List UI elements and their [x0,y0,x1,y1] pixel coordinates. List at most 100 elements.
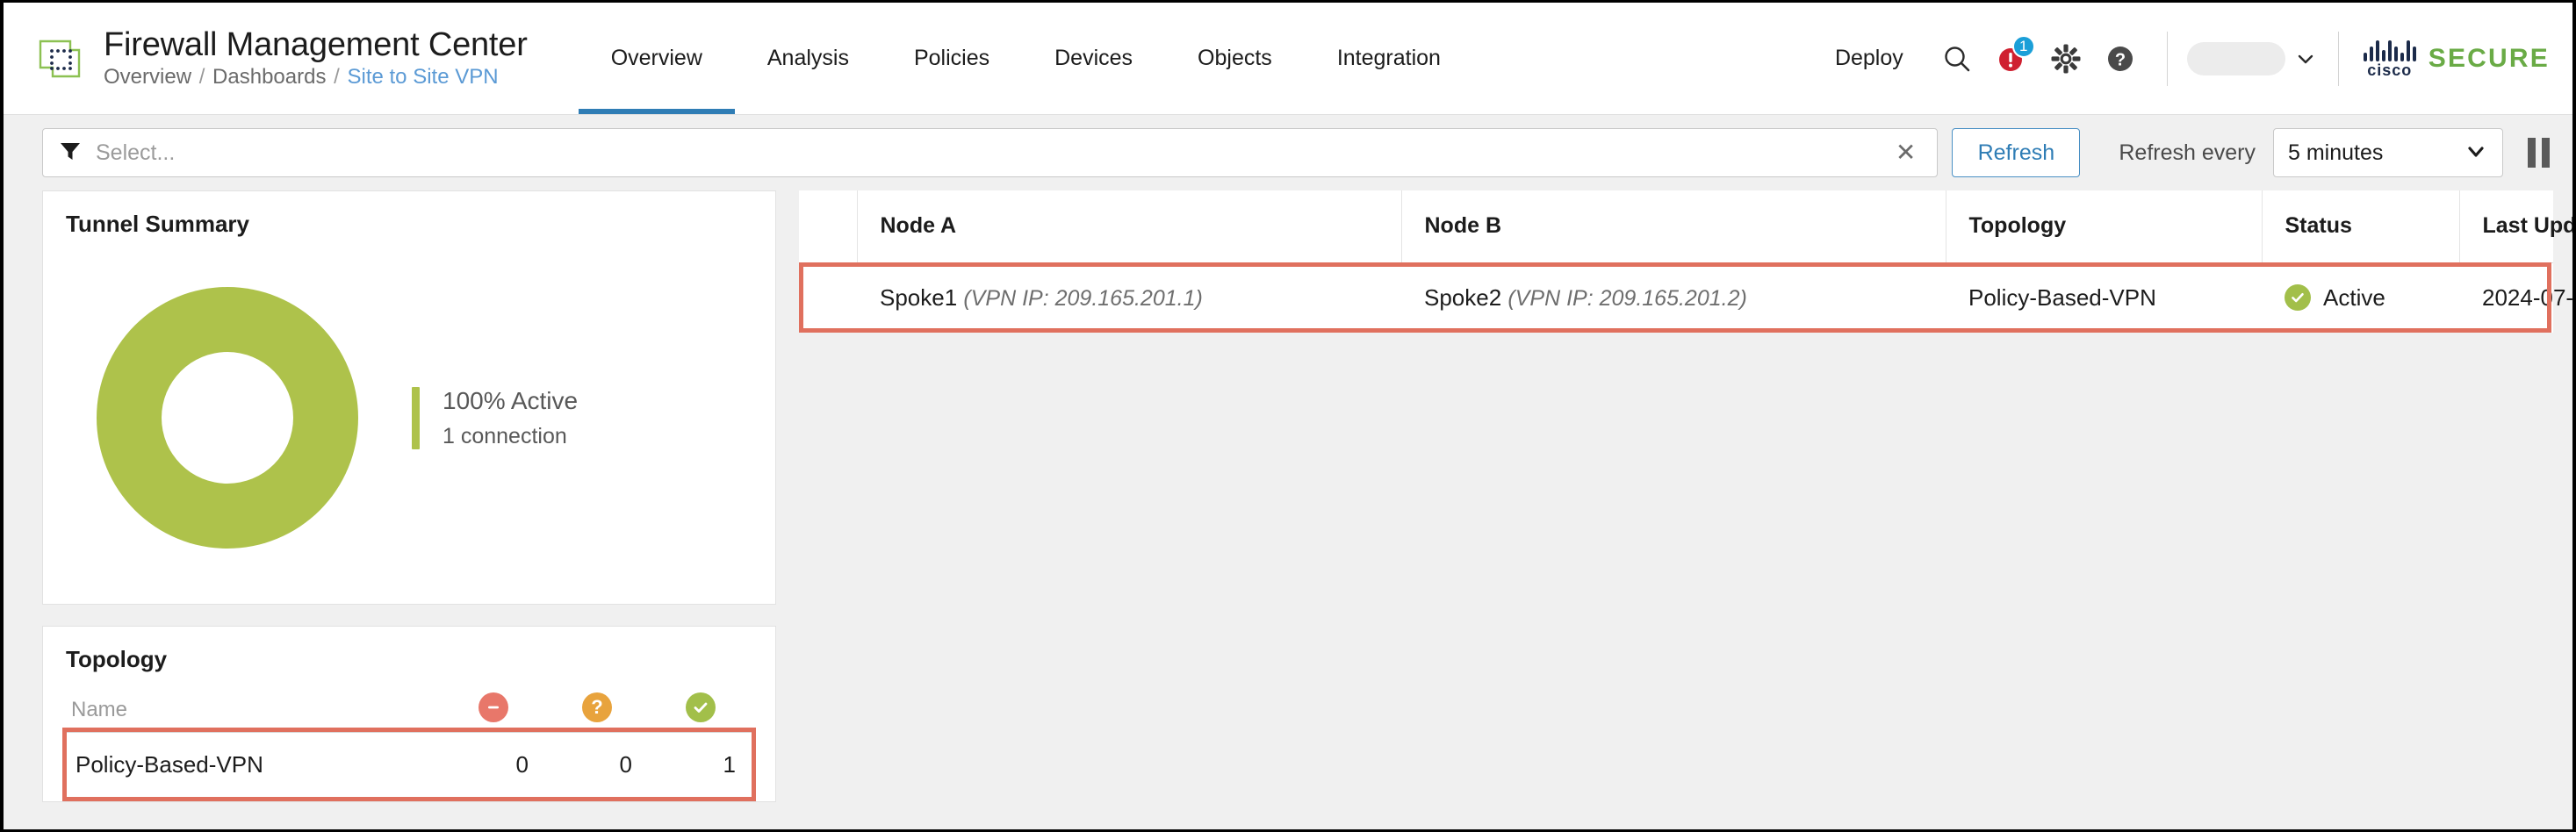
gear-icon[interactable] [2039,32,2093,86]
topology-table-header: Name ? [66,692,752,728]
tunnel-summary-card: Tunnel Summary 100% Active 1 connection [42,190,776,605]
tab-integration-label: Integration [1336,46,1441,70]
column-header-last-updated-label: Last Updated [2482,213,2576,239]
topology-title: Topology [66,646,168,672]
column-header-status[interactable]: Status [2262,190,2460,263]
topology-row-unknown-count: 0 [619,751,632,778]
cisco-logo: cisco [2363,39,2416,79]
tab-analysis-label: Analysis [766,46,849,70]
topology-column-unknown[interactable]: ? [545,692,649,722]
cell-topology: Policy-Based-VPN [1946,262,2262,333]
header-actions: Deploy 1 ? cisco SECURE [1809,3,2572,114]
tab-devices[interactable]: Devices [1022,3,1165,114]
secure-wordmark: SECURE [2428,43,2550,73]
node-b-name: Spoke2 [1424,283,1502,311]
tab-policies-label: Policies [913,46,990,70]
breadcrumb: Overview / Dashboards / Site to Site VPN [104,65,528,90]
app-header: Firewall Management Center Overview / Da… [4,3,2572,115]
topology-row-down-count: 0 [515,751,529,778]
topology-column-name: Name [71,698,128,721]
header-divider-1 [2166,31,2168,86]
refresh-interval-value: 5 minutes [2288,140,2384,165]
breadcrumb-current[interactable]: Site to Site VPN [347,65,498,89]
cell-last-updated: 2024-07-10 05:11:42 [2459,262,2572,333]
breadcrumb-root[interactable]: Overview [104,65,191,89]
topology-row-highlight: Policy-Based-VPN 0 0 1 [62,728,756,801]
funnel-icon [59,140,82,167]
legend-color-swatch [412,386,420,449]
svg-text:?: ? [2115,50,2126,69]
tunnel-summary-legend: 100% Active 1 connection [412,386,578,449]
main-navigation: Overview Analysis Policies Devices Objec… [578,3,1473,114]
donut-ring [97,287,358,549]
tab-analysis[interactable]: Analysis [735,3,881,114]
filter-select-input[interactable]: Select... ✕ [42,128,1939,177]
dashboard-content: Tunnel Summary 100% Active 1 connection [4,190,2572,829]
check-circle-icon [2285,284,2311,312]
pause-icon[interactable] [2524,134,2553,171]
topology-card: Topology Name ? Policy-Based-VPN 0 0 1 [42,626,776,802]
tab-policies[interactable]: Policies [881,3,1022,114]
left-column: Tunnel Summary 100% Active 1 connection [42,190,776,802]
vpn-row-spacer-cell [799,262,857,333]
tunnel-donut-chart[interactable] [43,287,412,549]
fmc-dotted-square-icon [35,34,84,83]
legend-text-group: 100% Active 1 connection [443,387,578,449]
column-header-node-b[interactable]: Node B [1401,190,1946,263]
search-icon[interactable] [1930,32,1984,86]
refresh-every-label: Refresh every [2119,140,2256,165]
column-header-topology[interactable]: Topology [1946,190,2263,263]
vpn-tunnels-table-panel: Node A Node B Topology Status Last Updat… [799,190,2572,829]
brand-area: Firewall Management Center Overview / Da… [4,3,552,114]
breadcrumb-separator-1: / [198,64,205,89]
breadcrumb-section[interactable]: Dashboards [212,65,326,89]
column-header-last-updated[interactable]: Last Updated [2459,190,2572,263]
topology-table: Name ? Policy-Based-VPN 0 0 1 [43,673,775,801]
tab-overview-label: Overview [610,46,702,70]
tab-overview[interactable]: Overview [578,3,736,114]
page-title: Firewall Management Center [104,25,528,63]
chevron-down-icon [2464,139,2488,168]
cell-node-b: Spoke2 (VPN IP: 209.165.201.2) [1401,262,1946,333]
tunnel-summary-title: Tunnel Summary [66,211,250,237]
table-row[interactable]: Policy-Based-VPN 0 0 1 [67,732,752,797]
node-a-vpn-ip: (VPN IP: 209.165.201.1) [963,285,1203,311]
tab-objects[interactable]: Objects [1165,3,1305,114]
cisco-bars-icon [2363,39,2416,61]
node-a-name: Spoke1 [880,283,958,311]
tab-integration[interactable]: Integration [1305,3,1473,114]
table-row[interactable]: Spoke1 (VPN IP: 209.165.201.1) Spoke2 (V… [799,262,2572,333]
cisco-wordmark: cisco [2367,61,2413,79]
tab-objects-label: Objects [1198,46,1272,70]
tab-devices-label: Devices [1054,46,1133,70]
brand-text: Firewall Management Center Overview / Da… [104,25,528,90]
topology-row-name: Policy-Based-VPN [76,751,263,778]
vpn-table-body: Spoke1 (VPN IP: 209.165.201.1) Spoke2 (V… [799,262,2572,333]
check-circle-icon [686,692,716,722]
question-circle-icon: ? [582,692,612,722]
close-icon[interactable]: ✕ [1890,140,1921,165]
topology-column-down[interactable] [442,692,545,722]
minus-circle-icon [479,692,508,722]
chevron-down-icon[interactable] [2292,46,2319,72]
status-badge: Active [2285,284,2436,312]
breadcrumb-separator-2: / [334,64,340,89]
vpn-tunnels-table: Node A Node B Topology Status Last Updat… [799,190,2572,333]
deploy-button[interactable]: Deploy [1809,46,1930,71]
topology-column-active[interactable] [649,692,752,722]
alert-icon[interactable]: 1 [1984,32,2039,86]
column-header-node-a[interactable]: Node A [857,190,1402,263]
vpn-table-head: Node A Node B Topology Status Last Updat… [799,190,2572,263]
vpn-table-header-row: Node A Node B Topology Status Last Updat… [799,190,2572,263]
cell-status: Active [2262,262,2459,333]
help-icon[interactable]: ? [2093,32,2148,86]
cell-node-a: Spoke1 (VPN IP: 209.165.201.1) [857,262,1401,333]
alert-badge-count: 1 [2011,34,2035,58]
user-menu-avatar[interactable] [2186,41,2285,75]
refresh-interval-select[interactable]: 5 minutes [2273,128,2503,177]
legend-percent-active: 100% Active [443,386,579,414]
refresh-button[interactable]: Refresh [1952,128,2081,177]
header-divider-2 [2337,31,2339,86]
firewall-management-center-page: Firewall Management Center Overview / Da… [0,0,2576,832]
vpn-table-spacer-header [799,190,858,263]
